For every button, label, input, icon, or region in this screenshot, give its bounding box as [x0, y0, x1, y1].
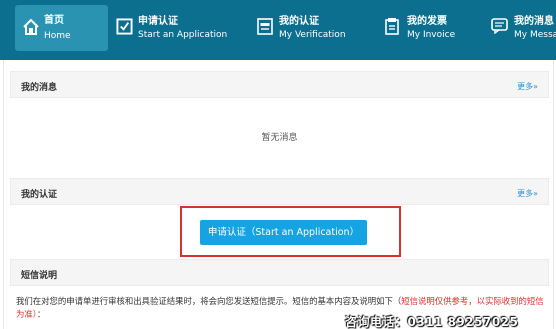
- nav-invoice-label-zh: 我的发票: [407, 16, 447, 27]
- certificate-icon: [257, 18, 273, 35]
- messages-empty-text: 暂无消息: [261, 133, 298, 143]
- nav-messages-label-zh: 我的消息: [514, 16, 554, 27]
- main-content: 我的消息 更多» 暂无消息 我的认证 更多» 短信说明: [3, 60, 554, 329]
- nav-item-messages[interactable]: 我的消息 My Messa: [490, 0, 556, 60]
- sms-notice-tail: ：: [36, 309, 46, 319]
- verification-panel-header: 我的认证 更多»: [10, 178, 549, 205]
- nav-messages-label-en: My Messa: [514, 30, 556, 40]
- verification-panel-title: 我的认证: [21, 190, 58, 200]
- nav-home-label-en: Home: [44, 31, 71, 41]
- verification-more-link[interactable]: 更多»: [517, 188, 538, 199]
- nav-item-home[interactable]: 首页 Home: [15, 5, 108, 51]
- sms-panel-header: 短信说明: [10, 259, 549, 286]
- nav-apply-label-zh: 申请认证: [138, 16, 178, 27]
- nav-invoice-label-en: My Invoice: [407, 30, 456, 40]
- nav-item-invoice[interactable]: 我的发票 My Invoice: [382, 0, 472, 60]
- start-application-button[interactable]: 申请认证（Start an Application）: [200, 220, 367, 245]
- phone-watermark: 咨询电话：0311 89257025: [345, 315, 519, 329]
- invoice-icon: [385, 18, 399, 35]
- sms-panel-title: 短信说明: [21, 271, 58, 281]
- sms-notice-text: 我们在对您的申请单进行审核和出具验证结果时，将会向您发送短信提示。短信的基本内容…: [16, 296, 402, 306]
- messages-panel-title: 我的消息: [21, 83, 58, 93]
- messages-panel-header: 我的消息 更多»: [10, 71, 549, 98]
- checkbox-icon: [116, 18, 133, 35]
- home-icon: [23, 18, 39, 35]
- nav-verification-label-en: My Verification: [279, 30, 346, 40]
- messages-more-link[interactable]: 更多»: [517, 81, 538, 92]
- top-nav-bar: 首页 Home 申请认证 Start an Application 我的认证 M…: [0, 0, 556, 60]
- nav-verification-label-zh: 我的认证: [279, 16, 319, 27]
- nav-item-apply[interactable]: 申请认证 Start an Application: [113, 0, 228, 60]
- nav-item-verification[interactable]: 我的认证 My Verification: [255, 0, 355, 60]
- nav-home-label-zh: 首页: [44, 15, 64, 26]
- nav-apply-label-en: Start an Application: [138, 30, 228, 40]
- message-icon: [491, 18, 508, 34]
